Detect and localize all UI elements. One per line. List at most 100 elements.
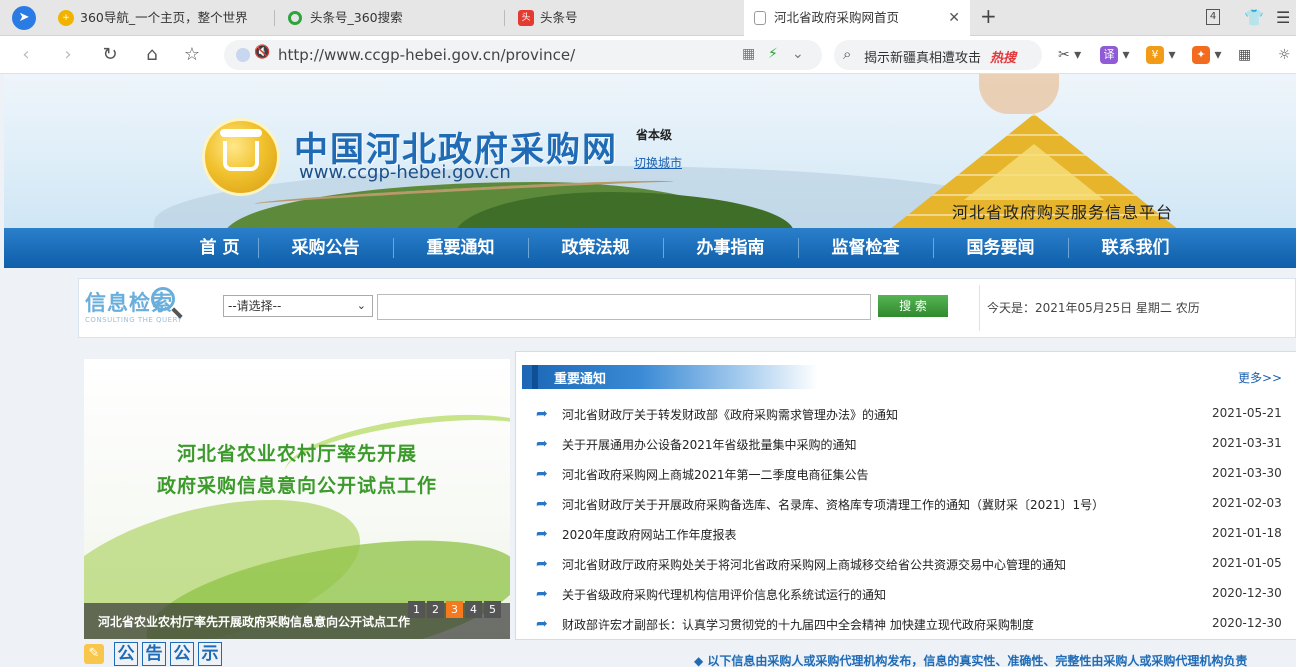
arrow-icon: ➦: [536, 586, 548, 602]
url-text[interactable]: http://www.ccgp-hebei.gov.cn/province/: [278, 46, 575, 64]
tab-separator: [274, 10, 275, 26]
info-search-panel: 信息检索 CONSULTING THE QUERY --请选择-- ⌄ 搜 索 …: [78, 278, 1296, 338]
notice-date: 2021-03-31: [1212, 436, 1282, 450]
site-security-icon[interactable]: [236, 48, 250, 62]
tab-separator: [504, 10, 505, 26]
notice-date: 2020-12-30: [1212, 586, 1282, 600]
slide-page-2[interactable]: 2: [427, 601, 444, 618]
notice-row[interactable]: ➦ 河北省财政厅关于转发财政部《政府采购需求管理办法》的通知 2021-05-2…: [536, 398, 1286, 428]
notice-row[interactable]: ➦ 2020年度政府网站工作年度报表 2021-01-18: [536, 518, 1286, 548]
nav-policies[interactable]: 政策法规: [528, 228, 663, 268]
slide-headline-2: 政府采购信息意向公开试点工作: [156, 475, 437, 497]
forward-icon[interactable]: ›: [56, 43, 80, 67]
tab-hebei-procurement[interactable]: 河北省政府采购网首页 ✕: [744, 0, 970, 37]
new-tab-icon[interactable]: +: [980, 4, 997, 28]
notice-date: 2021-01-18: [1212, 526, 1282, 540]
brightness-icon[interactable]: ☼: [1278, 44, 1291, 66]
nav-procurement-notices[interactable]: 采购公告: [258, 228, 393, 268]
switch-city-link[interactable]: 切换城市: [634, 154, 682, 171]
slide-headline-1: 河北省农业农村厅率先开展: [176, 443, 417, 465]
nav-supervision[interactable]: 监督检查: [798, 228, 933, 268]
news-slider[interactable]: 河北省农业农村厅率先开展 政府采购信息意向公开试点工作 河北省农业农村厅率先开展…: [84, 359, 510, 639]
more-link[interactable]: 更多>>: [1238, 369, 1282, 386]
slide-caption[interactable]: 河北省农业农村厅率先开展政府采购信息意向公开试点工作: [98, 613, 410, 630]
slide-page-1[interactable]: 1: [408, 601, 425, 618]
arrow-icon: ➦: [536, 406, 548, 422]
notice-row[interactable]: ➦ 关于开展通用办公设备2021年省级批量集中采购的通知 2021-03-31: [536, 428, 1286, 458]
tab-360-search[interactable]: 头条号_360搜索: [280, 0, 500, 36]
search-suggestion[interactable]: 揭示新疆真相遭攻击: [864, 47, 981, 66]
notice-title[interactable]: 关于省级政府采购代理机构信用评价信息化系统试运行的通知: [562, 586, 886, 603]
chevron-down-icon: ⌄: [356, 299, 366, 312]
notice-title[interactable]: 关于开展通用办公设备2021年省级批量集中采购的通知: [562, 436, 857, 453]
notice-row[interactable]: ➦ 河北省财政厅政府采购处关于将河北省政府采购网上商城移交给省公共资源交易中心管…: [536, 548, 1286, 578]
translate-icon[interactable]: 译 ▾: [1100, 44, 1129, 66]
slide-page-5[interactable]: 5: [484, 601, 501, 618]
tab-label: 河北省政府采购网首页: [774, 10, 900, 25]
shirt-skin-icon[interactable]: 👕: [1244, 8, 1264, 27]
reload-icon[interactable]: ↻: [98, 43, 122, 67]
scissors-icon[interactable]: ✂ ▾: [1058, 44, 1081, 66]
apps-grid-icon[interactable]: ▦: [1238, 44, 1251, 66]
notice-title[interactable]: 河北省财政厅关于开展政府采购备选库、名录库、资格库专项清理工作的通知（冀财采〔2…: [562, 496, 1104, 513]
notice-row[interactable]: ➦ 河北省政府采购网上商城2021年第一二季度电商征集公告 2021-03-30: [536, 458, 1286, 488]
360-nav-icon: +: [58, 10, 74, 26]
divider: [979, 285, 980, 331]
lightning-icon[interactable]: ⚡: [768, 46, 778, 62]
tab-toutiao[interactable]: 头 头条号: [510, 0, 730, 36]
category-select[interactable]: --请选择-- ⌄: [223, 295, 373, 317]
star-bookmark-icon[interactable]: ☆: [180, 43, 204, 67]
coupon-icon[interactable]: ¥ ▾: [1146, 44, 1175, 66]
notice-row[interactable]: ➦ 河北省财政厅关于开展政府采购备选库、名录库、资格库专项清理工作的通知（冀财采…: [536, 488, 1286, 518]
notice-date: 2020-12-30: [1212, 616, 1282, 630]
notice-title[interactable]: 财政部许宏才副部长：认真学习贯彻党的十九届四中全会精神 加快建立现代政府采购制度: [562, 616, 1034, 633]
site-emblem-icon[interactable]: [202, 118, 280, 196]
notice-title[interactable]: 河北省财政厅政府采购处关于将河北省政府采购网上商城移交给省公共资源交易中心管理的…: [562, 556, 1066, 573]
home-icon[interactable]: ⌂: [140, 43, 164, 67]
notice-row[interactable]: ➦ 关于省级政府采购代理机构信用评价信息化系统试运行的通知 2020-12-30: [536, 578, 1286, 608]
keyword-input[interactable]: [377, 294, 871, 320]
address-bar[interactable]: 🔇 http://www.ccgp-hebei.gov.cn/province/…: [224, 40, 822, 70]
hand-image: [979, 74, 1059, 114]
nav-state-news[interactable]: 国务要闻: [933, 228, 1068, 268]
tab-label: 头条号: [540, 10, 578, 25]
menu-icon[interactable]: ☰: [1276, 8, 1290, 27]
arrow-icon: ➦: [536, 496, 548, 512]
edit-icon: ✎: [84, 644, 104, 664]
nav-guide[interactable]: 办事指南: [663, 228, 798, 268]
slide-page-4[interactable]: 4: [465, 601, 482, 618]
slide-page-3[interactable]: 3: [446, 601, 463, 618]
announce-char: 公: [170, 642, 194, 666]
magnifier-icon: [151, 287, 175, 311]
search-button[interactable]: 搜 索: [878, 295, 948, 317]
main-nav: 首 页 采购公告 重要通知 政策法规 办事指南 监督检查 国务要闻 联系我们: [4, 228, 1296, 268]
nav-important-notices[interactable]: 重要通知: [393, 228, 528, 268]
game-icon[interactable]: ✦ ▾: [1192, 44, 1221, 66]
notice-row[interactable]: ➦ 财政部许宏才副部长：认真学习贯彻党的十九届四中全会精神 加快建立现代政府采购…: [536, 608, 1286, 638]
back-icon[interactable]: ‹: [14, 43, 38, 67]
browser-logo-icon[interactable]: ➤: [12, 6, 36, 30]
category-select-value: --请选择--: [228, 299, 282, 313]
browser-nav-bar: ‹ › ↻ ⌂ ☆ 🔇 http://www.ccgp-hebei.gov.cn…: [0, 36, 1296, 74]
notice-title[interactable]: 河北省财政厅关于转发财政部《政府采购需求管理办法》的通知: [562, 406, 898, 423]
hot-search-label[interactable]: 热搜: [990, 47, 1016, 66]
mute-icon[interactable]: 🔇: [254, 45, 270, 60]
close-tab-icon[interactable]: ✕: [948, 0, 960, 36]
tab-360-nav[interactable]: + 360导航_一个主页，整个世界: [50, 0, 272, 36]
announce-char: 告: [142, 642, 166, 666]
grid-qr-icon[interactable]: ▦: [742, 46, 755, 62]
notice-title[interactable]: 2020年度政府网站工作年度报表: [562, 526, 737, 543]
arrow-icon: ➦: [536, 436, 548, 452]
notice-date: 2021-03-30: [1212, 466, 1282, 480]
tab-count-badge[interactable]: 4: [1206, 9, 1220, 25]
chevron-down-icon[interactable]: ⌄: [792, 46, 804, 62]
browser-search-box[interactable]: ⌕ 揭示新疆真相遭攻击 热搜: [834, 40, 1042, 70]
notice-title[interactable]: 河北省政府采购网上商城2021年第一二季度电商征集公告: [562, 466, 869, 483]
notice-date: 2021-01-05: [1212, 556, 1282, 570]
notices-title[interactable]: 重要通知: [554, 368, 606, 387]
browser-tab-bar: ➤ + 360导航_一个主页，整个世界 头条号_360搜索 头 头条号 河北省政…: [0, 0, 1296, 37]
tab-label: 头条号_360搜索: [310, 10, 403, 25]
arrow-icon: ➦: [536, 526, 548, 542]
notices-header: 重要通知: [522, 365, 818, 389]
nav-contact[interactable]: 联系我们: [1068, 228, 1203, 268]
